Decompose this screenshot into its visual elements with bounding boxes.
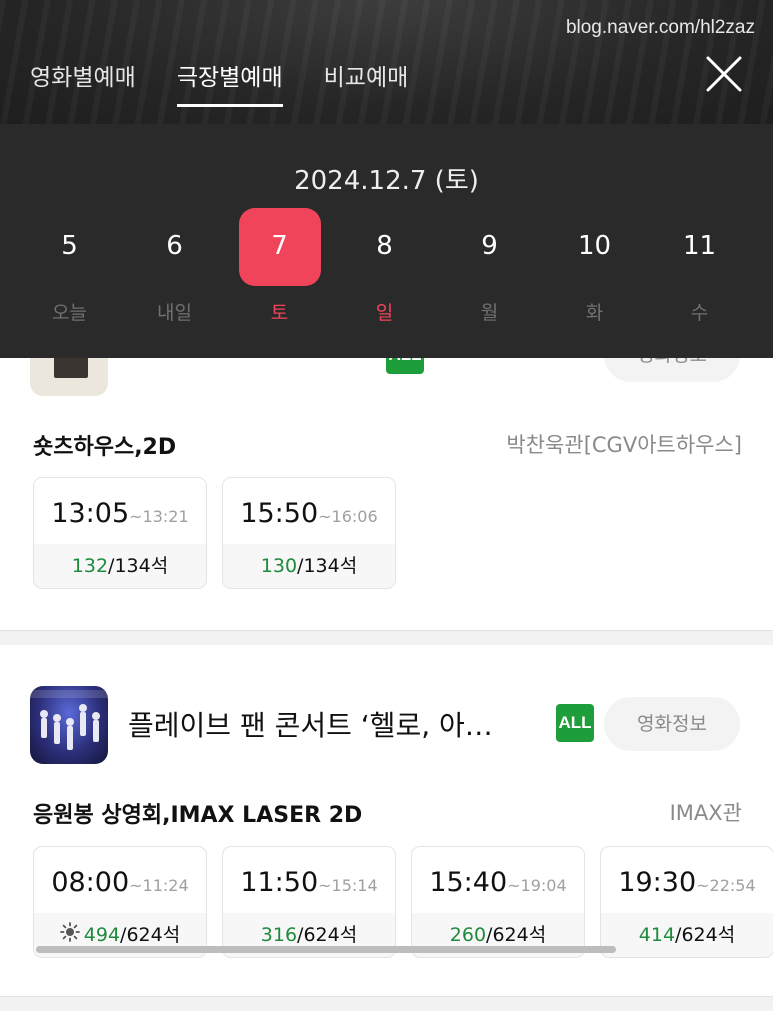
start-time: 13:05 xyxy=(51,498,130,529)
seats-available: 494 xyxy=(83,924,121,946)
movie-poster[interactable] xyxy=(30,686,108,764)
date-number: 7 xyxy=(238,208,321,286)
date-number: 10 xyxy=(577,231,612,261)
showtime-slot[interactable]: 15:40~19:04 260/624석 xyxy=(411,846,585,958)
tab-movie-booking[interactable]: 영화별예매 xyxy=(30,58,136,107)
end-time: ~13:21 xyxy=(129,507,189,526)
start-time: 15:40 xyxy=(429,867,508,898)
showtime-times: 15:50~16:06 xyxy=(223,498,395,529)
showtime-slot[interactable]: 11:50~15:14 316/624석 xyxy=(222,846,396,958)
seats-available: 316 xyxy=(260,924,298,946)
hall-name: 박찬욱관[CGV아트하우스] xyxy=(506,433,742,457)
showtime-times: 11:50~15:14 xyxy=(223,867,395,898)
date-selector: 5 오늘 6 내일 7토 8일 9월 10 화 11 수 xyxy=(17,208,752,333)
date-label: 오늘 xyxy=(52,302,87,324)
date-item[interactable]: 8일 xyxy=(332,208,437,333)
seats-total: /624석 xyxy=(675,924,736,946)
date-number: 8 xyxy=(376,231,393,261)
screen-format: 응원봉 상영회,IMAX LASER 2D xyxy=(33,803,363,828)
seat-count: 414/624석 xyxy=(601,913,773,957)
movie-title[interactable]: 플레이브 팬 콘서트 ‘헬로, 아… xyxy=(128,704,493,744)
showtime-slot[interactable]: 19:30~22:54 414/624석 xyxy=(600,846,773,958)
date-label: 내일 xyxy=(157,302,192,324)
end-time: ~16:06 xyxy=(318,507,378,526)
tab-theater-booking[interactable]: 극장별예매 xyxy=(176,58,283,107)
screen-format: 숏츠하우스,2D xyxy=(33,435,177,460)
date-item[interactable]: 6 내일 xyxy=(122,208,227,333)
end-time: ~22:54 xyxy=(696,876,756,895)
seats-total: /624석 xyxy=(486,924,547,946)
seats-total: /134석 xyxy=(108,555,169,577)
date-number: 9 xyxy=(481,231,498,261)
seat-count: 132/134석 xyxy=(34,544,206,588)
seats-total: /134석 xyxy=(297,555,358,577)
seats-available: 414 xyxy=(638,924,676,946)
date-item-selected[interactable]: 7토 xyxy=(227,208,332,333)
end-time: ~11:24 xyxy=(129,876,189,895)
start-time: 15:50 xyxy=(240,498,319,529)
section-divider xyxy=(0,996,773,1011)
seats-total: /624석 xyxy=(297,924,358,946)
date-number: 11 xyxy=(682,231,717,261)
poster-art xyxy=(30,686,108,764)
selected-date-title: 2024.12.7 (토) xyxy=(294,166,479,196)
date-item[interactable]: 11 수 xyxy=(647,208,752,333)
showtime-times: 15:40~19:04 xyxy=(412,867,584,898)
movie-info-button[interactable]: 영화정보 xyxy=(604,697,740,751)
showtime-times: 08:00~11:24 xyxy=(34,867,206,898)
rating-all-badge: ALL xyxy=(556,704,594,742)
end-time: ~19:04 xyxy=(507,876,567,895)
showtime-times: 13:05~13:21 xyxy=(34,498,206,529)
date-label: 토 xyxy=(270,302,289,324)
showtime-slot[interactable]: 08:00~11:24 494/624석 xyxy=(33,846,207,958)
horizontal-scrollbar[interactable] xyxy=(36,946,616,953)
showtime-slot[interactable]: 13:05~13:21 132/134석 xyxy=(33,477,207,589)
date-label: 수 xyxy=(690,302,709,324)
section-divider xyxy=(0,630,773,645)
date-label: 월 xyxy=(480,302,499,324)
date-item[interactable]: 5 오늘 xyxy=(17,208,122,333)
date-label: 화 xyxy=(585,302,604,324)
seats-available: 260 xyxy=(449,924,487,946)
start-time: 11:50 xyxy=(240,867,319,898)
date-item[interactable]: 10 화 xyxy=(542,208,647,333)
booking-header: blog.naver.com/hl2zaz 영화별예매 극장별예매 비교예매 2… xyxy=(0,0,773,358)
date-label: 일 xyxy=(375,302,394,324)
date-number: 5 xyxy=(61,231,78,261)
booking-tabs: 영화별예매 극장별예매 비교예매 xyxy=(30,58,408,107)
watermark: blog.naver.com/hl2zaz xyxy=(565,17,755,38)
seats-available: 130 xyxy=(260,555,298,577)
date-item[interactable]: 9월 xyxy=(437,208,542,333)
start-time: 19:30 xyxy=(618,867,697,898)
end-time: ~15:14 xyxy=(318,876,378,895)
close-button[interactable] xyxy=(704,54,744,94)
showtime-slot[interactable]: 15:50~16:06 130/134석 xyxy=(222,477,396,589)
hall-name: IMAX관 xyxy=(669,801,742,825)
close-icon xyxy=(706,56,742,92)
seats-total: /624석 xyxy=(120,924,181,946)
tab-compare-booking[interactable]: 비교예매 xyxy=(324,58,409,107)
seat-count: 130/134석 xyxy=(223,544,395,588)
seats-available: 132 xyxy=(71,555,109,577)
start-time: 08:00 xyxy=(51,867,130,898)
date-number: 6 xyxy=(166,231,183,261)
showtime-times: 19:30~22:54 xyxy=(601,867,773,898)
